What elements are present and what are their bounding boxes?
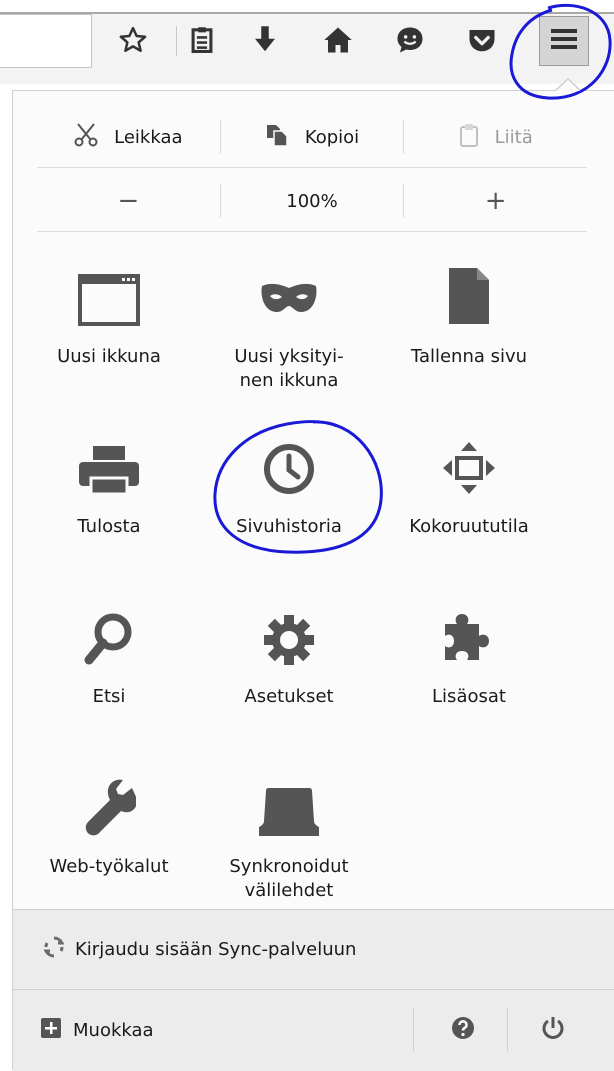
- hello-icon[interactable]: [390, 20, 430, 60]
- fullscreen-label: Kokoruututila: [409, 516, 529, 537]
- url-bar[interactable]: [0, 14, 92, 68]
- private-window-label: Uusi yksityi- nen ikkuna: [234, 346, 344, 391]
- reading-list-icon[interactable]: [182, 20, 222, 60]
- power-icon: [541, 1016, 565, 1044]
- find-label: Etsi: [92, 686, 126, 707]
- pocket-icon[interactable]: [462, 20, 502, 60]
- customize-label: Muokkaa: [73, 1019, 154, 1041]
- copy-icon: [265, 123, 289, 152]
- cut-label: Leikkaa: [114, 126, 183, 148]
- wrench-icon: [82, 778, 138, 843]
- scissors-icon: [74, 122, 98, 153]
- print-label: Tulosta: [77, 516, 141, 537]
- sync-icon: [43, 936, 65, 963]
- new-window-label: Uusi ikkuna: [57, 346, 161, 367]
- save-page-icon: [447, 266, 491, 333]
- help-icon: [451, 1016, 475, 1044]
- footer-separator: [507, 1008, 508, 1052]
- divider: [37, 167, 587, 168]
- panel-footer: Muokkaa: [13, 989, 614, 1071]
- options-label: Asetukset: [244, 686, 334, 707]
- zoom-controls: − 100% +: [37, 177, 587, 225]
- plus-box-icon: [41, 1017, 61, 1043]
- browser-toolbar: [0, 0, 614, 84]
- copy-label: Kopioi: [304, 126, 360, 148]
- zoom-reset-button[interactable]: 100%: [221, 177, 404, 225]
- quit-button[interactable]: [523, 990, 583, 1070]
- home-icon[interactable]: [318, 20, 358, 60]
- sync-label: Kirjaudu sisään Sync-palveluun: [75, 939, 357, 960]
- save-page-button[interactable]: Tallenna sivu: [379, 259, 559, 369]
- paste-button[interactable]: Liitä: [404, 111, 587, 163]
- fullscreen-button[interactable]: Kokoruututila: [379, 429, 559, 539]
- sync-signin-button[interactable]: Kirjaudu sisään Sync-palveluun: [13, 909, 614, 989]
- hamburger-menu-icon: [550, 27, 578, 55]
- gear-icon: [263, 614, 315, 673]
- addons-button[interactable]: Lisäosat: [379, 599, 559, 709]
- panel-arrow: [556, 80, 580, 91]
- private-mask-icon: [259, 282, 319, 323]
- help-button[interactable]: [433, 990, 493, 1070]
- history-label: Sivuhistoria: [236, 516, 342, 537]
- new-window-icon: [78, 274, 140, 333]
- synced-tabs-icon: [257, 788, 321, 843]
- save-page-label: Tallenna sivu: [410, 346, 528, 367]
- synced-tabs-label: Synkronoidut välilehdet: [229, 856, 349, 901]
- zoom-out-button[interactable]: −: [37, 177, 220, 225]
- download-icon[interactable]: [245, 20, 285, 60]
- print-button[interactable]: Tulosta: [19, 429, 199, 539]
- zoom-in-button[interactable]: +: [404, 177, 587, 225]
- clipboard-icon: [459, 123, 479, 152]
- options-button[interactable]: Asetukset: [199, 599, 379, 709]
- private-window-button[interactable]: Uusi yksityi- nen ikkuna: [199, 259, 379, 393]
- find-button[interactable]: Etsi: [19, 599, 199, 709]
- history-button[interactable]: Sivuhistoria: [199, 429, 379, 539]
- addons-label: Lisäosat: [432, 686, 506, 707]
- developer-tools-label: Web-työkalut: [49, 856, 169, 877]
- menu-panel: Leikkaa Kopioi Liitä − 100% + Uusi ikkun…: [12, 90, 614, 1071]
- history-clock-icon: [262, 442, 316, 503]
- puzzle-icon: [441, 612, 497, 673]
- star-icon[interactable]: [113, 20, 153, 60]
- developer-tools-button[interactable]: Web-työkalut: [19, 769, 199, 879]
- paste-label: Liitä: [494, 126, 533, 148]
- hamburger-menu-button[interactable]: [539, 16, 589, 66]
- toolbar-separator: [176, 26, 177, 56]
- customize-button[interactable]: Muokkaa: [41, 990, 154, 1070]
- cut-button[interactable]: Leikkaa: [37, 111, 220, 163]
- edit-controls: Leikkaa Kopioi Liitä: [37, 111, 587, 163]
- footer-separator: [413, 1008, 414, 1052]
- copy-button[interactable]: Kopioi: [221, 111, 404, 163]
- synced-tabs-button[interactable]: Synkronoidut välilehdet: [199, 769, 379, 903]
- divider: [37, 231, 587, 232]
- fullscreen-icon: [441, 440, 497, 503]
- toolbar-top-border: [0, 12, 614, 14]
- printer-icon: [77, 444, 141, 503]
- search-icon: [84, 612, 134, 673]
- new-window-button[interactable]: Uusi ikkuna: [19, 259, 199, 369]
